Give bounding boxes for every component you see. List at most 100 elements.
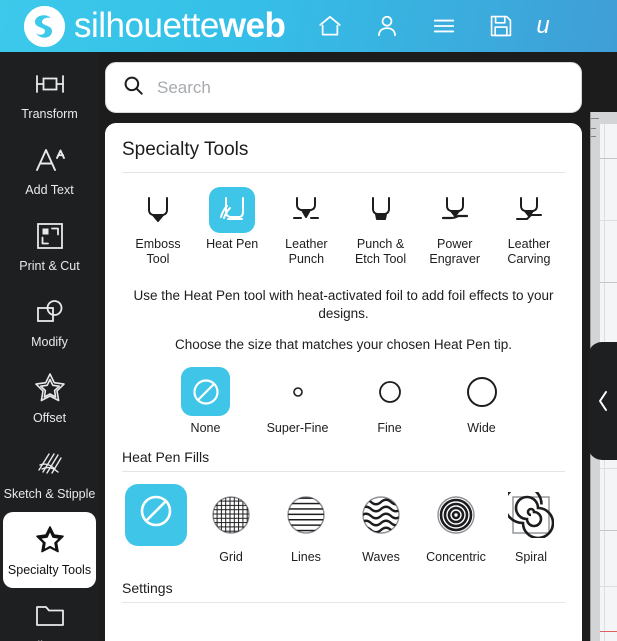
sidebar-item-offset[interactable]: Offset: [3, 360, 96, 436]
user-icon[interactable]: [374, 13, 400, 39]
tool-power-engraver[interactable]: Power Engraver: [420, 187, 490, 267]
print-and-cut-icon: [35, 219, 65, 253]
sidebar-item-library[interactable]: Library: [3, 588, 96, 641]
tool-leather-punch[interactable]: Leather Punch: [271, 187, 341, 267]
waves-fill-icon: [350, 484, 412, 546]
fill-label: Waves: [362, 550, 400, 565]
chevron-left-icon: [596, 390, 610, 412]
fine-circle-icon: [365, 367, 414, 416]
spiral-fill-icon: [500, 484, 562, 546]
tool-label: Power Engraver: [429, 237, 481, 266]
silhouette-web-app: silhouetteweb u Transform Add Text Print…: [0, 0, 617, 641]
tool-emboss-tool[interactable]: Emboss Tool: [123, 187, 193, 267]
fill-concentric[interactable]: Concentric: [423, 484, 489, 564]
sketch-stipple-icon: [33, 447, 67, 481]
sidebar-item-add-text[interactable]: Add Text: [3, 132, 96, 208]
left-toolbar: Transform Add Text Print & Cut Modify Of…: [0, 52, 99, 641]
fill-grid[interactable]: Grid: [198, 484, 264, 564]
offset-star-icon: [33, 371, 67, 405]
fill-waves[interactable]: Waves: [348, 484, 414, 564]
silhouette-s-logo: [24, 5, 65, 47]
leather-carving-icon: [506, 187, 552, 233]
sidebar-item-label: Print & Cut: [19, 258, 80, 273]
fill-label: Lines: [291, 550, 321, 565]
search-icon: [123, 75, 144, 101]
tip-label: Wide: [467, 421, 496, 436]
fill-none[interactable]: None: [123, 484, 189, 564]
tip-size-list: None Super-Fine Fine Wide: [105, 354, 582, 435]
sidebar-item-sketch-and-stipple[interactable]: Sketch & Stipple: [3, 436, 96, 512]
sidebar-item-print-and-cut[interactable]: Print & Cut: [3, 208, 96, 284]
fill-label: Concentric: [426, 550, 486, 565]
tool-label: Heat Pen: [206, 237, 259, 251]
tip-size-wide[interactable]: Wide: [449, 367, 515, 435]
sidebar-item-transform[interactable]: Transform: [3, 56, 96, 132]
none-circle-slash-icon: [181, 367, 230, 417]
transform-icon: [33, 67, 67, 101]
none-circle-slash-icon: [125, 484, 187, 547]
fill-lines[interactable]: Lines: [273, 484, 339, 564]
heat-pen-icon: [209, 187, 256, 233]
panel-title: Specialty Tools: [122, 139, 249, 160]
punch-etch-tool-icon: [358, 187, 404, 233]
tool-list: Emboss Tool Heat Pen Leather Punch Punch…: [105, 173, 582, 275]
tool-heat-pen[interactable]: Heat Pen: [197, 187, 267, 267]
super-fine-dot-icon: [273, 367, 322, 416]
menu-icon[interactable]: [431, 13, 457, 39]
panel-collapse-handle[interactable]: [588, 342, 617, 460]
home-icon[interactable]: [317, 13, 343, 39]
header-user-text: u: [536, 12, 550, 39]
emboss-tool-icon: [135, 187, 181, 233]
tool-instruction: Choose the size that matches your chosen…: [175, 336, 512, 352]
library-folder-icon: [34, 599, 66, 633]
power-engraver-icon: [432, 187, 478, 233]
sidebar-item-specialty-tools[interactable]: Specialty Tools: [3, 512, 96, 588]
tool-label: Leather Carving: [507, 237, 551, 266]
app-header: silhouetteweb u: [0, 0, 617, 52]
tool-label: Punch & Etch Tool: [354, 237, 407, 266]
settings-section-title: Settings: [122, 580, 173, 597]
wide-circle-icon: [457, 367, 506, 416]
sidebar-item-modify[interactable]: Modify: [3, 284, 96, 360]
grid-fill-icon: [200, 484, 262, 546]
tip-label: Super-Fine: [266, 421, 329, 436]
lines-fill-icon: [275, 484, 337, 546]
brand-light: silhouette: [74, 6, 219, 45]
leather-punch-icon: [283, 187, 329, 233]
modify-icon: [34, 295, 66, 329]
header-icon-group: [317, 13, 514, 39]
tool-label: Leather Punch: [285, 237, 328, 266]
search-input[interactable]: [157, 77, 537, 98]
tool-description: Use the Heat Pen tool with heat-activate…: [133, 287, 554, 321]
concentric-fill-icon: [425, 484, 487, 546]
specialty-tools-star-icon: [33, 523, 67, 557]
sidebar-item-label: Add Text: [25, 182, 74, 197]
fill-spiral[interactable]: Spiral: [498, 484, 564, 564]
tool-label: Emboss Tool: [135, 237, 181, 266]
sidebar-item-label: Specialty Tools: [7, 562, 92, 577]
app-title: silhouetteweb: [74, 6, 286, 46]
search-bar[interactable]: [105, 62, 582, 113]
tip-label: None: [190, 421, 221, 436]
specialty-tools-card: Specialty Tools Emboss Tool Heat Pen Lea…: [105, 123, 582, 641]
tip-size-none[interactable]: None: [173, 367, 239, 435]
fill-label: None: [139, 547, 169, 562]
fill-label: Grid: [219, 550, 243, 565]
add-text-icon: [33, 143, 67, 177]
divider: [122, 602, 565, 604]
fill-list: None Grid Lines Waves Concentric Spiral: [105, 472, 582, 564]
tip-size-fine[interactable]: Fine: [357, 367, 423, 435]
fills-section-title: Heat Pen Fills: [122, 449, 210, 466]
brand-bold: web: [218, 6, 286, 45]
tool-leather-carving[interactable]: Leather Carving: [494, 187, 564, 267]
sidebar-item-label: Sketch & Stipple: [3, 486, 96, 501]
fill-label: Spiral: [515, 550, 547, 565]
sidebar-item-label: Transform: [21, 106, 78, 121]
tip-size-super-fine[interactable]: Super-Fine: [265, 367, 331, 435]
specialty-tools-panel: Specialty Tools Emboss Tool: [99, 52, 588, 641]
save-icon[interactable]: [488, 13, 514, 39]
sidebar-item-label: Modify: [31, 334, 68, 349]
tool-punch-and-etch-tool[interactable]: Punch & Etch Tool: [346, 187, 416, 267]
sidebar-item-label: Offset: [32, 410, 67, 425]
tip-label: Fine: [377, 421, 402, 436]
